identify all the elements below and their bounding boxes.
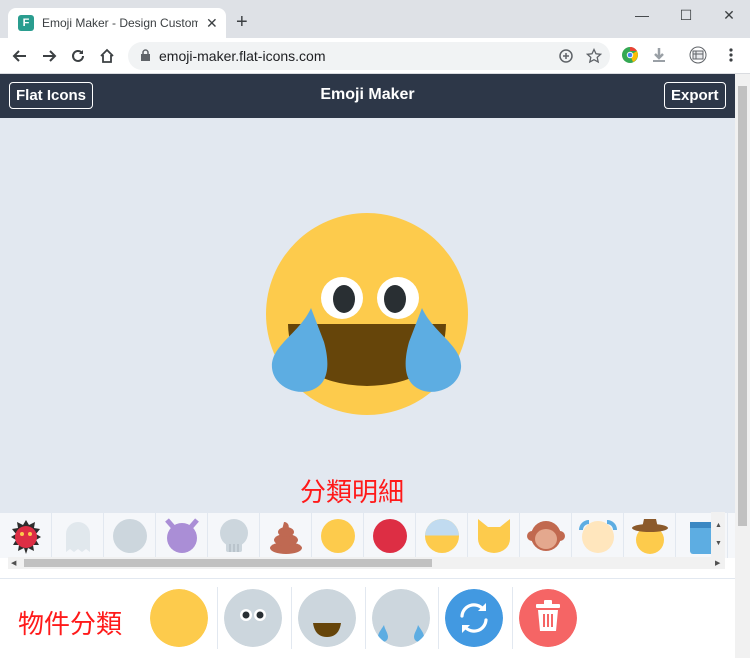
scroll-down-arrow-icon[interactable]: ▼ xyxy=(715,540,722,547)
minimize-button[interactable]: — xyxy=(632,6,652,24)
browser-titlebar: F Emoji Maker - Design Custom E ✕ + — ☐ … xyxy=(0,0,750,38)
zoom-plus-icon[interactable] xyxy=(558,48,574,64)
trash-icon xyxy=(536,600,560,631)
item-half-blue-face[interactable] xyxy=(416,513,468,558)
scroll-left-arrow-icon[interactable]: ◀ xyxy=(11,559,16,567)
item-plain-gray-face[interactable] xyxy=(104,513,156,558)
home-icon[interactable] xyxy=(97,46,117,66)
app-header: Flat Icons Emoji Maker Export xyxy=(0,74,735,118)
delete-button[interactable] xyxy=(519,589,577,647)
category-base-face[interactable] xyxy=(150,589,208,647)
browser-toolbar: emoji-maker.flat-icons.com xyxy=(0,38,750,74)
item-cat-face[interactable] xyxy=(468,513,520,558)
window-close-button[interactable]: ✕ xyxy=(719,6,739,24)
item-red-face[interactable] xyxy=(364,513,416,558)
emoji-canvas: 分類明細 xyxy=(0,118,735,512)
categories-annotation: 物件分類 xyxy=(18,610,123,640)
items-horizontal-scrollbar[interactable]: ◀ ▶ xyxy=(8,557,725,569)
category-eyes[interactable] xyxy=(224,589,282,647)
category-bar: 物件分類 xyxy=(0,578,735,659)
url-text: emoji-maker.flat-icons.com xyxy=(159,48,326,64)
download-icon[interactable] xyxy=(650,46,668,64)
browser-tab[interactable]: F Emoji Maker - Design Custom E ✕ xyxy=(8,8,226,38)
scroll-up-arrow-icon[interactable]: ▲ xyxy=(715,522,722,529)
category-divider xyxy=(291,587,292,649)
bookmark-star-icon[interactable] xyxy=(585,47,603,64)
category-divider xyxy=(217,587,218,649)
forward-arrow-icon[interactable] xyxy=(39,46,59,66)
page-scrollbar[interactable] xyxy=(735,74,750,658)
favicon-icon: F xyxy=(18,15,34,31)
extension-chrome-icon[interactable] xyxy=(621,46,639,64)
menu-kebab-icon[interactable] xyxy=(722,46,740,64)
app-title: Emoji Maker xyxy=(320,86,415,103)
category-tears[interactable] xyxy=(372,589,430,647)
scrollbar-thumb[interactable] xyxy=(24,559,432,567)
reload-icon[interactable] xyxy=(68,46,88,66)
export-button[interactable]: Export xyxy=(664,82,726,109)
address-bar[interactable]: emoji-maker.flat-icons.com xyxy=(128,42,610,70)
extension-sheet-icon[interactable] xyxy=(689,46,707,64)
item-purple-devil[interactable] xyxy=(156,513,208,558)
items-detail-annotation: 分類明細 xyxy=(300,478,405,508)
category-divider xyxy=(365,587,366,649)
lock-icon xyxy=(140,49,151,67)
tab-title: Emoji Maker - Design Custom E xyxy=(42,16,198,30)
category-divider xyxy=(512,587,513,649)
back-arrow-icon[interactable] xyxy=(10,46,30,66)
randomize-button[interactable] xyxy=(445,589,503,647)
item-skull[interactable] xyxy=(208,513,260,558)
emoji-preview xyxy=(266,213,468,415)
items-strip xyxy=(0,512,735,558)
item-cowboy-face[interactable] xyxy=(624,513,676,558)
item-yellow-face[interactable] xyxy=(312,513,364,558)
page-scrollbar-thumb[interactable] xyxy=(738,86,747,526)
category-divider xyxy=(438,587,439,649)
item-red-spiky-face[interactable] xyxy=(0,513,52,558)
item-monkey-face[interactable] xyxy=(520,513,572,558)
scroll-right-arrow-icon[interactable]: ▶ xyxy=(715,559,720,567)
new-tab-button[interactable]: + xyxy=(236,12,248,32)
maximize-button[interactable]: ☐ xyxy=(676,6,696,24)
item-ghost[interactable] xyxy=(52,513,104,558)
item-poop[interactable] xyxy=(260,513,312,558)
tab-close-icon[interactable]: ✕ xyxy=(206,15,218,32)
items-vertical-scrollbar[interactable]: ▲ ▼ xyxy=(711,512,725,557)
category-mouth[interactable] xyxy=(298,589,356,647)
item-blonde-hair-face[interactable] xyxy=(572,513,624,558)
